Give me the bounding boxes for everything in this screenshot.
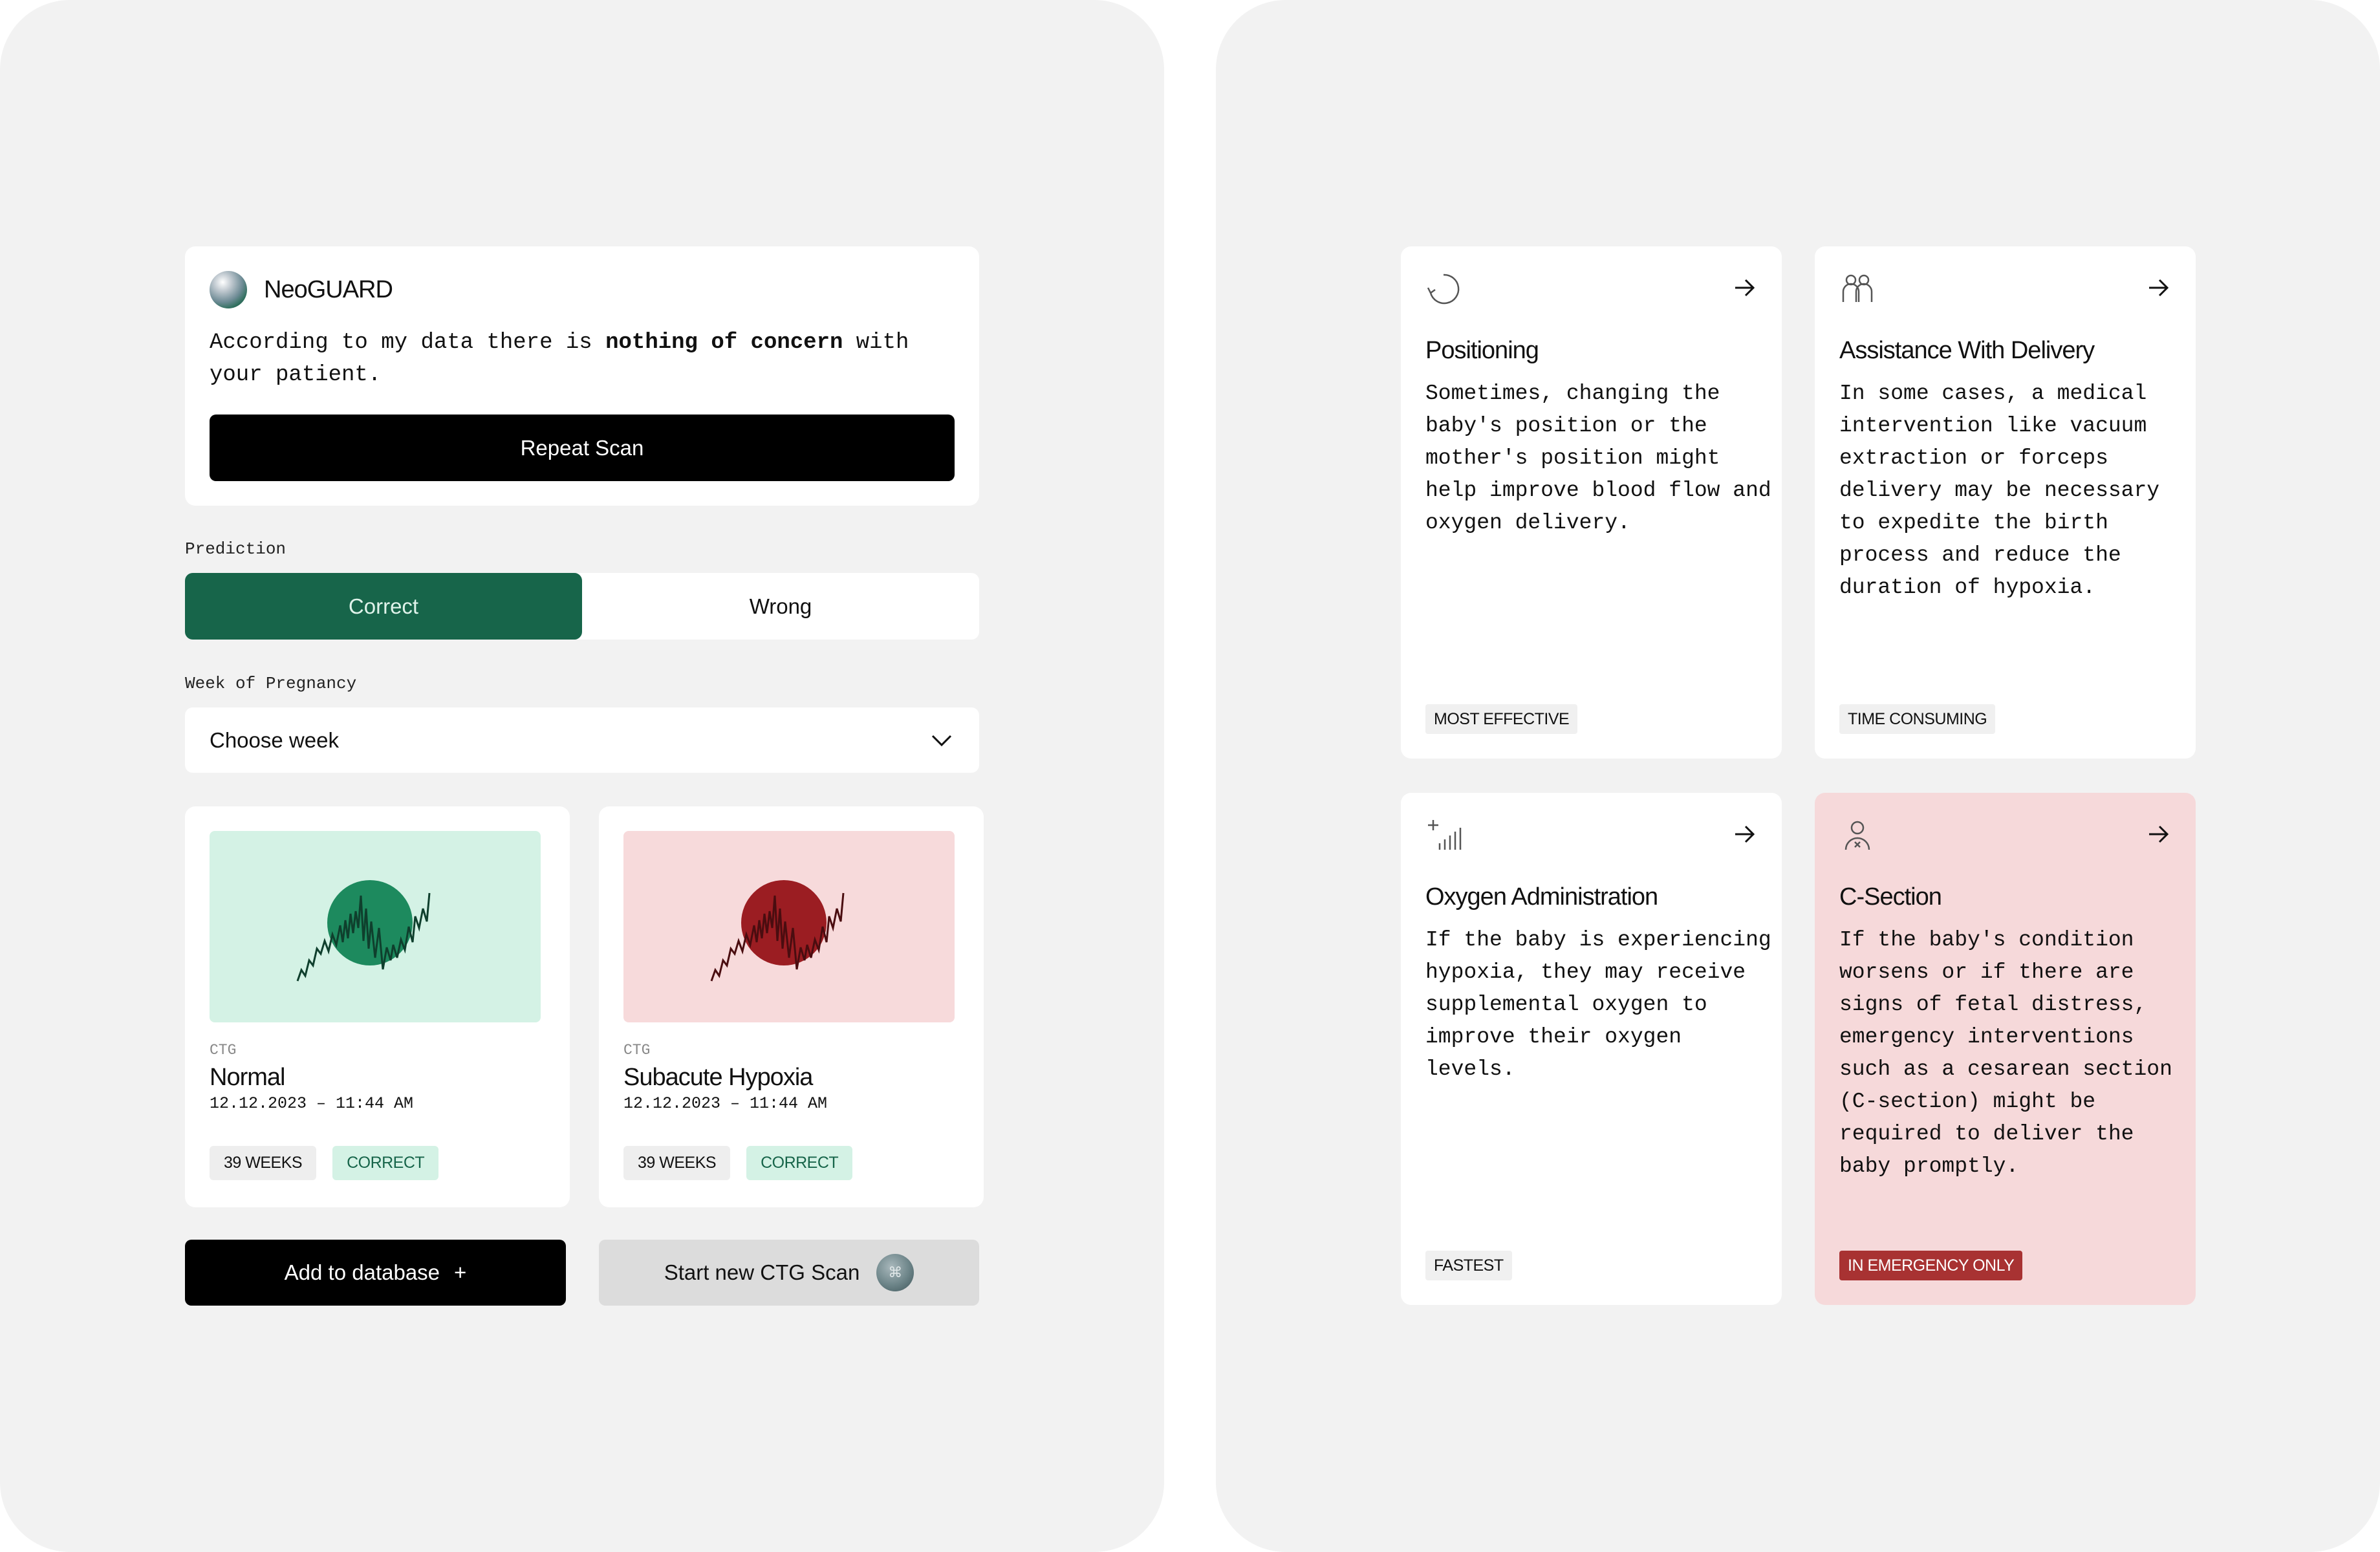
weeks-tag: 39 WEEKS — [623, 1146, 731, 1180]
prediction-wrong-option[interactable]: Wrong — [582, 573, 979, 640]
week-select-value: Choose week — [210, 727, 339, 752]
treatment-title: Assistance With Delivery — [1839, 337, 2095, 364]
arrow-right-icon[interactable] — [2145, 821, 2171, 847]
treatment-title: C-Section — [1839, 883, 1942, 911]
assistant-message-emphasis: nothing of concern — [605, 330, 843, 355]
right-panel — [1216, 0, 2380, 1552]
week-label: Week of Pregnancy — [185, 674, 357, 693]
week-select[interactable]: Choose week — [185, 707, 979, 773]
treatment-description: If the baby is experiencing hypoxia, the… — [1425, 928, 1771, 1081]
ctg-date: 12.12.2023 – 11:44 AM — [623, 1094, 828, 1113]
arrow-right-icon[interactable] — [1731, 275, 1757, 301]
treatment-badge: MOST EFFECTIVE — [1425, 704, 1578, 734]
treatment-description: If the baby's condition worsens or if th… — [1839, 928, 2172, 1178]
treatment-card-assistance[interactable]: Assistance With Delivery In some cases, … — [1815, 246, 2196, 759]
assistant-message-start: According to my data there is — [210, 330, 606, 355]
ctg-title: Subacute Hypoxia — [623, 1064, 813, 1091]
chevron-down-icon — [931, 735, 952, 746]
ctg-tags: 39 WEEKS CORRECT — [210, 1146, 439, 1180]
treatment-card-csection[interactable]: C-Section If the baby's condition worsen… — [1815, 793, 2196, 1305]
treatment-description: Sometimes, changing the baby's position … — [1425, 382, 1771, 535]
arrow-right-icon[interactable] — [1731, 821, 1757, 847]
ctg-title: Normal — [210, 1064, 285, 1091]
result-tag: CORRECT — [746, 1146, 853, 1180]
start-ctg-scan-button[interactable]: Start new CTG Scan ⌘ — [599, 1240, 979, 1306]
ctg-tags: 39 WEEKS CORRECT — [623, 1146, 853, 1180]
prediction-toggle: Correct Wrong — [185, 573, 979, 640]
ctg-category: CTG — [623, 1042, 651, 1059]
assistant-header: NeoGUARD — [210, 271, 955, 308]
treatment-description: In some cases, a medical intervention li… — [1839, 382, 2160, 599]
treatment-badge: IN EMERGENCY ONLY — [1839, 1251, 2023, 1280]
start-ctg-scan-label: Start new CTG Scan — [664, 1260, 860, 1284]
left-panel — [0, 0, 1164, 1552]
assistant-card: NeoGUARD According to my data there is n… — [185, 246, 979, 506]
weeks-tag: 39 WEEKS — [210, 1146, 317, 1180]
oxygen-icon — [1428, 820, 1462, 850]
result-tag: CORRECT — [332, 1146, 439, 1180]
treatment-title: Oxygen Administration — [1425, 883, 1658, 911]
prediction-label: Prediction — [185, 539, 287, 559]
assistant-name: NeoGUARD — [264, 275, 393, 303]
assistant-message: According to my data there is nothing of… — [210, 327, 960, 391]
ctg-visual — [623, 831, 955, 1022]
ctg-trace-icon — [710, 880, 845, 982]
treatment-title: Positioning — [1425, 337, 1539, 364]
assistant-orb-icon — [210, 271, 247, 308]
people-icon — [1842, 274, 1873, 302]
treatment-badge: TIME CONSUMING — [1839, 704, 1996, 734]
add-to-database-button[interactable]: Add to database + — [185, 1240, 566, 1306]
ctg-card-normal[interactable]: CTG Normal 12.12.2023 – 11:44 AM 39 WEEK… — [185, 806, 570, 1207]
plus-icon: + — [454, 1260, 467, 1284]
ctg-visual — [210, 831, 541, 1022]
treatment-card-oxygen[interactable]: Oxygen Administration If the baby is exp… — [1401, 793, 1782, 1305]
add-to-database-label: Add to database — [284, 1260, 440, 1284]
arrow-right-icon[interactable] — [2145, 275, 2171, 301]
surgeon-icon — [1844, 821, 1870, 850]
ctg-trace-icon — [296, 880, 431, 982]
refresh-icon — [1427, 274, 1460, 305]
scan-orb-icon: ⌘ — [876, 1254, 914, 1291]
ctg-date: 12.12.2023 – 11:44 AM — [210, 1094, 414, 1113]
ctg-card-hypoxia[interactable]: CTG Subacute Hypoxia 12.12.2023 – 11:44 … — [599, 806, 984, 1207]
treatment-card-positioning[interactable]: Positioning Sometimes, changing the baby… — [1401, 246, 1782, 759]
treatment-badge: FASTEST — [1425, 1251, 1512, 1280]
prediction-correct-option[interactable]: Correct — [185, 573, 582, 640]
ctg-category: CTG — [210, 1042, 237, 1059]
repeat-scan-button[interactable]: Repeat Scan — [210, 415, 955, 481]
